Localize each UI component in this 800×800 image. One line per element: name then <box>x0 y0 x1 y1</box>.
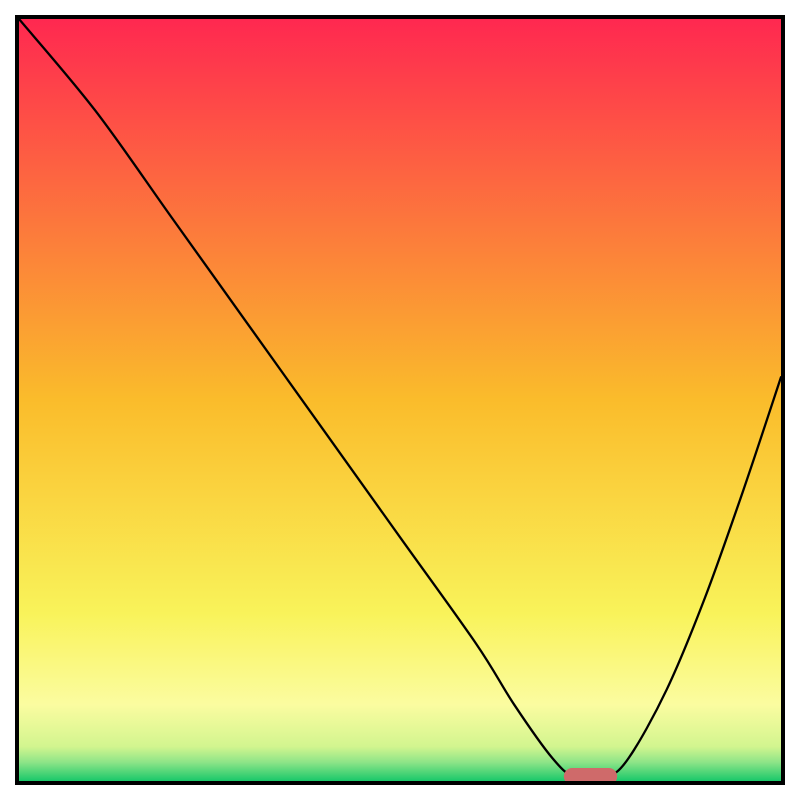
chart-frame: TheBottleneck.com <box>15 15 785 785</box>
optimal-range-marker <box>564 768 617 781</box>
bottleneck-heat-background <box>19 19 781 781</box>
plot-svg <box>19 19 781 781</box>
